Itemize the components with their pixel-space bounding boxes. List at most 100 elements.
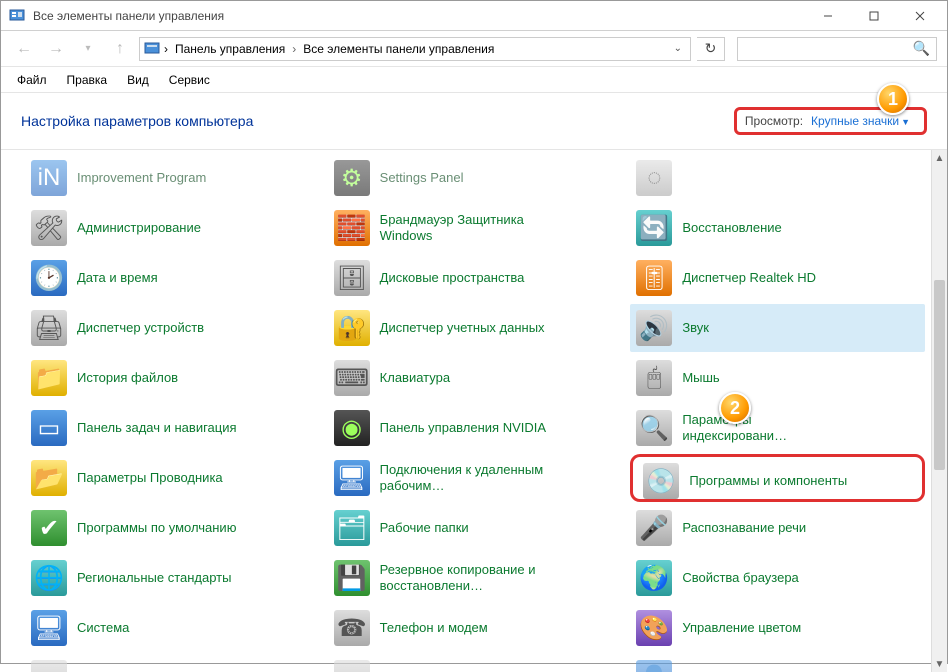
firewall-icon: 🧱 [334,210,370,246]
maximize-button[interactable] [851,2,897,30]
item-label: Свойства браузера [682,570,798,586]
control-panel-item[interactable]: ◉Панель управления NVIDIA [328,404,623,452]
control-panel-item[interactable]: ⌨Клавиатура [328,354,623,402]
control-panel-item[interactable]: 🎤 Распознавание речи [630,504,925,552]
control-panel-item[interactable]: 🖱 Мышь [630,354,925,402]
address-box[interactable]: › Панель управления › Все элементы панел… [139,37,691,61]
control-panel-item[interactable]: ✔Программы по умолчанию [25,504,320,552]
keyboard-icon: ⌨ [334,360,370,396]
item-label: Резервное копирование и восстановлени… [380,562,550,595]
control-panel-item[interactable]: 🗄Дисковые пространства [328,254,623,302]
breadcrumb-root[interactable]: Панель управления [172,40,288,58]
region-icon: 🌐 [31,560,67,596]
control-panel-item[interactable]: 🌐Региональные стандарты [25,554,320,602]
item-label: Дисковые пространства [380,270,525,286]
control-panel-item[interactable]: 🔄Восстановление [630,204,925,252]
control-panel-icon [9,8,25,24]
internet-opts-icon: 🌍 [636,560,672,596]
back-button[interactable]: ← [11,36,37,62]
item-label: История файлов [77,370,178,386]
control-panel-item[interactable]: 🎚Диспетчер Realtek HD [630,254,925,302]
item-label: Панель управления NVIDIA [380,420,546,436]
control-panel-item[interactable]: ☎Телефон и модем [328,604,623,652]
control-panel-item[interactable]: 🧱Брандмауэр Защитника Windows [328,204,623,252]
window-title: Все элементы панели управления [33,9,805,23]
refresh-button[interactable]: ↻ [697,37,725,61]
item-label: Мышь [682,370,719,386]
item-label: Система [77,620,129,636]
settings-panel-icon: ⚙ [334,160,370,196]
indexing-icon: 🔍 [636,410,672,446]
item-label: Рабочие папки [380,520,469,536]
forward-button[interactable]: → [43,36,69,62]
item-label: Звук [682,320,709,336]
items-grid: iN Improvement Program ⚙ Settings Panel ◌ 🛠Ад… [25,154,925,672]
control-panel-item[interactable]: 🕑Дата и время [25,254,320,302]
search-input[interactable]: 🔍 [737,37,937,61]
page-title: Настройка параметров компьютера [21,113,253,129]
item-label: Управление цветом [682,620,801,636]
highlight-programs: 💿Программы и компоненты [630,454,925,502]
scrollbar-thumb[interactable] [934,280,945,470]
breadcrumb-current[interactable]: Все элементы панели управления [300,40,497,58]
item-label: Диспетчер Realtek HD [682,270,816,286]
minimize-button[interactable] [805,2,851,30]
control-panel-item[interactable]: ◌ [25,654,320,672]
menu-service[interactable]: Сервис [161,69,218,91]
recent-button[interactable]: ▾ [75,36,101,62]
item-label: Распознавание речи [682,520,806,536]
device-mgr-icon: 🖨 [31,310,67,346]
chevron-right-icon: › [290,42,298,56]
up-button[interactable]: ↑ [107,36,133,62]
item-label: Подключения к удаленным рабочим… [380,462,550,495]
content-wrap: iN Improvement Program ⚙ Settings Panel ◌ 🛠Ад… [1,150,947,672]
mouse-icon: 🖱 [636,360,672,396]
control-panel-item[interactable]: 💿Программы и компоненты [639,461,916,501]
item-label: Improvement Program [77,170,206,186]
address-dropdown-icon[interactable]: ⌄ [670,43,686,54]
item-label: Settings Panel [380,170,464,186]
scroll-up-icon[interactable]: ▲ [932,150,947,166]
file-history-icon: 📁 [31,360,67,396]
control-panel-item[interactable]: 📂Параметры Проводника [25,454,320,502]
control-panel-item[interactable]: ◌ [328,654,623,672]
control-panel-item[interactable]: 🗂Рабочие папки [328,504,623,552]
item-label: Диспетчер устройств [77,320,204,336]
header-row: Настройка параметров компьютера Просмотр… [1,93,947,150]
control-panel-item[interactable]: 🔊Звук [630,304,925,352]
item-label: Параметры Проводника [77,470,223,486]
admin-icon: 🛠 [31,210,67,246]
control-panel-item[interactable]: 🖥Система [25,604,320,652]
intel-icon: iN [31,160,67,196]
control-panel-item[interactable]: 💾Резервное копирование и восстановлени… [328,554,623,602]
menu-view[interactable]: Вид [119,69,157,91]
close-button[interactable] [897,2,943,30]
control-panel-item[interactable]: 🔐Диспетчер учетных данных [328,304,623,352]
control-panel-item[interactable]: ◌ [630,154,925,202]
control-panel-item[interactable]: ⚙ Settings Panel [328,154,623,202]
control-panel-item[interactable]: iN Improvement Program [25,154,320,202]
view-value[interactable]: Крупные значки▼ [811,114,910,128]
control-panel-item[interactable]: 🖥 Подключения к удаленным рабочим… [328,454,623,502]
control-panel-item[interactable]: 📁 История файлов [25,354,320,402]
control-panel-item[interactable]: 👤Учетные записи [630,654,925,672]
remote-icon: 🖥 [334,460,370,496]
scrollbar[interactable]: ▲ ▼ [931,150,947,672]
speech-icon: 🎤 [636,510,672,546]
control-panel-item[interactable]: ▭Панель задач и навигация [25,404,320,452]
control-panel-item[interactable]: 🌍 Свойства браузера [630,554,925,602]
annotation-badge-1: 1 [877,83,909,115]
menu-edit[interactable]: Правка [59,69,116,91]
chevron-right-icon: › [164,42,168,56]
breadcrumb: Панель управления › Все элементы панели … [172,40,497,58]
annotation-badge-2: 2 [719,392,751,424]
control-panel-item[interactable]: 🖨 Диспетчер устройств [25,304,320,352]
blank3-icon: ◌ [334,660,370,672]
control-panel-item[interactable]: 🎨Управление цветом [630,604,925,652]
programs-icon: 💿 [643,463,679,499]
blank2-icon: ◌ [31,660,67,672]
menu-file[interactable]: Файл [9,69,55,91]
scroll-down-icon[interactable]: ▼ [932,656,947,672]
control-panel-item[interactable]: 🛠Администрирование [25,204,320,252]
control-panel-item[interactable]: 🔍Параметры индексировани… [630,404,925,452]
